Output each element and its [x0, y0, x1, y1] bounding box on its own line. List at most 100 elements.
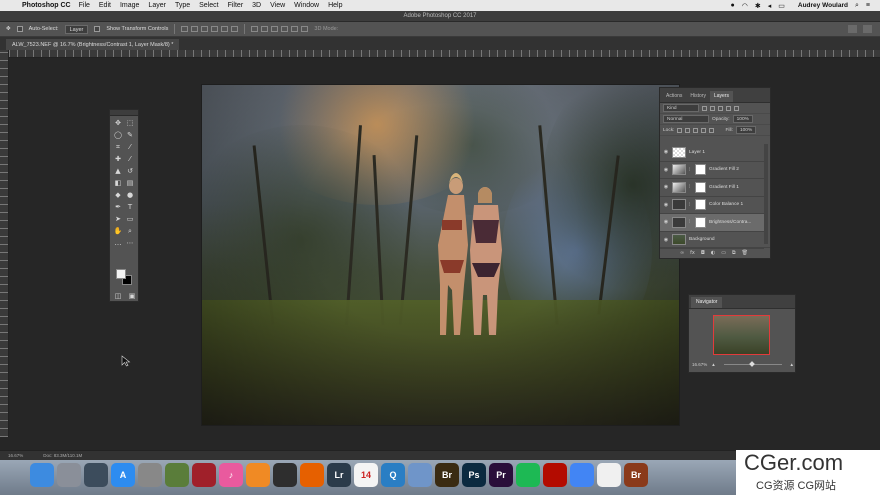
layer-name[interactable]: Gradient Fill 2 [709, 167, 739, 172]
dock-home-icon[interactable] [597, 463, 621, 487]
dock-premiere-icon[interactable]: Pr [489, 463, 513, 487]
auto-select-dropdown[interactable]: Layer [64, 24, 89, 34]
history-brush-tool-icon[interactable]: ↺ [125, 167, 135, 176]
dock-photo-booth-icon[interactable] [192, 463, 216, 487]
link-layers-icon[interactable]: ∞ [680, 250, 684, 256]
layer-thumbnail[interactable] [672, 234, 686, 246]
lock-all-icon[interactable] [709, 127, 715, 133]
layer-thumbnail[interactable] [672, 199, 686, 211]
edit-toolbar-icon[interactable]: ⋯ [125, 239, 135, 248]
path-select-tool-icon[interactable]: ➤ [113, 215, 123, 224]
layer-name[interactable]: Gradient Fill 1 [709, 185, 739, 190]
dock-lightroom-icon[interactable]: Lr [327, 463, 351, 487]
layer-row[interactable]: ◉ ⁞ Gradient Fill 1 [660, 179, 764, 197]
shape-tool-icon[interactable]: ▭ [125, 215, 135, 224]
distribute-center-icon[interactable] [291, 26, 299, 32]
mask-link-icon[interactable]: ⁞ [689, 167, 692, 173]
eyedropper-tool-icon[interactable]: ⁄ [125, 143, 135, 152]
record-icon[interactable]: ● [731, 2, 735, 9]
foreground-color-swatch[interactable] [116, 269, 126, 279]
dock-bridge-icon[interactable]: Br [435, 463, 459, 487]
menu-layer[interactable]: Layer [148, 2, 166, 9]
visibility-eye-icon[interactable]: ◉ [663, 149, 669, 155]
dock-mission-control-icon[interactable] [84, 463, 108, 487]
menu-select[interactable]: Select [199, 2, 218, 9]
distribute-top-icon[interactable] [251, 26, 259, 32]
dock-app-store-icon[interactable]: A [111, 463, 135, 487]
filter-type-icon[interactable] [718, 105, 723, 111]
gradient-tool-icon[interactable]: ▤ [125, 179, 135, 188]
layer-mask-thumbnail[interactable] [695, 216, 706, 228]
new-layer-icon[interactable]: ⧉ [732, 250, 736, 256]
menu-filter[interactable]: Filter [228, 2, 244, 9]
dock-calendar-icon[interactable]: 14 [354, 463, 378, 487]
dock-chrome-icon[interactable] [570, 463, 594, 487]
align-bottom-icon[interactable] [201, 26, 209, 32]
menu-image[interactable]: Image [120, 2, 139, 9]
app-menu[interactable]: Photoshop CC [22, 2, 71, 9]
navigator-preview[interactable] [713, 315, 770, 355]
visibility-eye-icon[interactable]: ◉ [663, 184, 669, 190]
auto-select-checkbox[interactable] [16, 26, 23, 32]
layer-mask-thumbnail[interactable] [695, 164, 706, 176]
blend-mode-dropdown[interactable]: Normal [663, 115, 709, 123]
visibility-eye-icon[interactable]: ◉ [663, 167, 669, 173]
lock-transparency-icon[interactable] [677, 127, 683, 133]
canvas-image[interactable] [201, 84, 680, 426]
filter-smart-icon[interactable] [734, 105, 739, 111]
layer-name[interactable]: Brightness/Contra... [709, 220, 751, 225]
zoom-slider[interactable] [723, 360, 782, 367]
layer-row[interactable]: ◉ ⁞ Gradient Fill 2 [660, 162, 764, 179]
tab-layers[interactable]: Layers [709, 91, 733, 102]
healing-brush-tool-icon[interactable]: ✚ [113, 155, 123, 164]
dock-firefox-icon[interactable] [300, 463, 324, 487]
align-center-icon[interactable] [221, 26, 229, 32]
user-name[interactable]: Audrey Woulard [798, 2, 848, 9]
layers-scrollbar[interactable] [764, 144, 768, 244]
navigator-zoom-value[interactable]: 16.67% [692, 362, 707, 367]
search-icon[interactable] [848, 25, 857, 33]
lock-pixels-icon[interactable] [685, 127, 691, 133]
fx-icon[interactable]: fx [690, 250, 695, 256]
align-top-icon[interactable] [181, 26, 189, 32]
layer-row[interactable]: ◉ ⁞ Brightness/Contra... [660, 214, 764, 232]
tab-history[interactable]: History [686, 91, 710, 102]
filter-pixel-icon[interactable] [702, 105, 707, 111]
filter-adjustment-icon[interactable] [710, 105, 715, 111]
dock-spotify-icon[interactable] [516, 463, 540, 487]
quick-mask-icon[interactable]: ◫ [113, 292, 123, 301]
visibility-eye-icon[interactable]: ◉ [663, 219, 669, 225]
layer-name[interactable]: Color Balance 1 [709, 202, 743, 207]
dock-itunes-icon[interactable]: ♪ [219, 463, 243, 487]
vertical-ruler[interactable] [0, 50, 9, 437]
menu-edit[interactable]: Edit [99, 2, 111, 9]
zoom-slider-knob[interactable] [748, 360, 755, 367]
brush-tool-icon[interactable]: ⁄ [125, 155, 135, 164]
pen-tool-icon[interactable]: ✒ [113, 203, 123, 212]
wifi-icon[interactable]: ◠ [742, 2, 748, 10]
lasso-tool-icon[interactable]: ◯ [113, 131, 123, 140]
align-left-icon[interactable] [211, 26, 219, 32]
dock-activity-monitor-icon[interactable] [273, 463, 297, 487]
dock-finder-icon[interactable] [30, 463, 54, 487]
mask-link-icon[interactable]: ⁞ [689, 184, 692, 190]
menu-view[interactable]: View [270, 2, 285, 9]
opacity-field[interactable]: 100% [732, 115, 753, 123]
kind-filter-dropdown[interactable]: Kind [663, 104, 699, 112]
hand-tool-icon[interactable]: ✋ [113, 227, 123, 236]
distribute-bottom-icon[interactable] [271, 26, 279, 32]
layer-name[interactable]: Background [689, 237, 715, 242]
menu-type[interactable]: Type [175, 2, 190, 9]
menu-3d[interactable]: 3D [252, 2, 261, 9]
menu-help[interactable]: Help [328, 2, 342, 9]
distribute-right-icon[interactable] [301, 26, 309, 32]
zoom-tool-icon[interactable]: ⌕ [125, 227, 135, 236]
tab-actions[interactable]: Actions [662, 91, 686, 102]
clone-stamp-tool-icon[interactable]: ▲ [113, 167, 123, 176]
move-tool-icon[interactable]: ✥ [113, 119, 123, 128]
dock-quicktime-icon[interactable]: Q [381, 463, 405, 487]
tab-navigator[interactable]: Navigator [691, 297, 723, 308]
screen-mode-icon[interactable]: ▣ [127, 292, 137, 301]
visibility-eye-icon[interactable]: ◉ [663, 237, 669, 243]
dock-system-preferences-icon[interactable] [138, 463, 162, 487]
